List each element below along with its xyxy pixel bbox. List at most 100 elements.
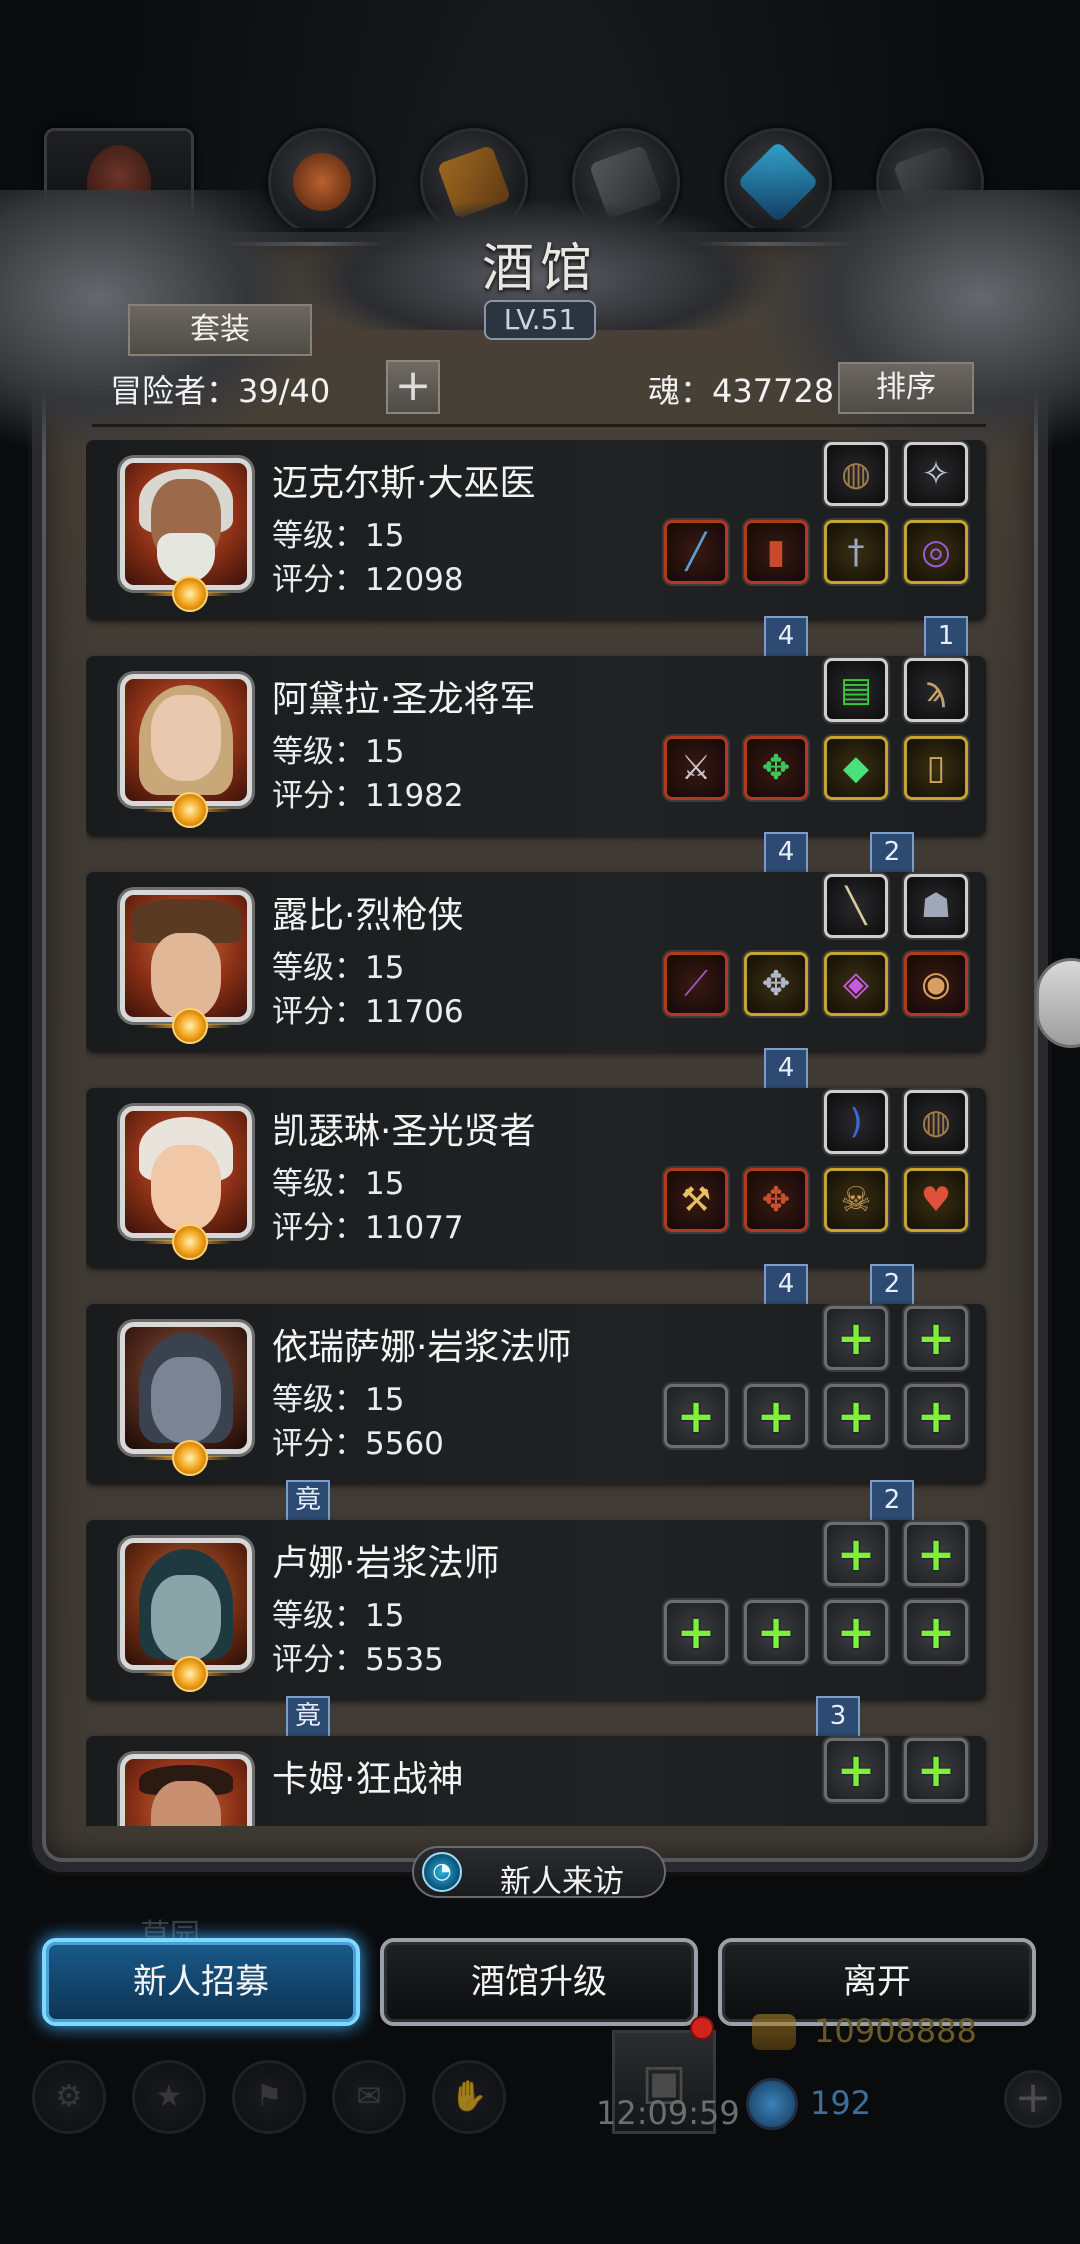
leather-armor-icon: ◍ bbox=[841, 454, 871, 494]
add-currency-icon[interactable]: + bbox=[1004, 2070, 1062, 2128]
hero-score: 评分：5535 bbox=[272, 1642, 444, 1678]
empty-slot[interactable]: + bbox=[824, 1384, 888, 1448]
amulet-icon: ✧ bbox=[921, 454, 951, 494]
hero-card[interactable]: 依瑞萨娜·岩浆法师 等级：15 评分：5560 + + + + + + bbox=[86, 1304, 986, 1484]
hero-score: 评分：5560 bbox=[272, 1426, 444, 1462]
charm-slot[interactable]: ╲ bbox=[824, 874, 888, 938]
armor-slot[interactable]: ▮ bbox=[744, 520, 808, 584]
empty-slot[interactable]: + bbox=[824, 1600, 888, 1664]
ring-slot[interactable]: ▯ bbox=[904, 736, 968, 800]
weapon-slot[interactable]: ╱ bbox=[664, 520, 728, 584]
empty-slot[interactable]: + bbox=[824, 1306, 888, 1370]
ring-icon: ◎ bbox=[921, 532, 951, 572]
armor-slot[interactable]: ✥ bbox=[744, 1168, 808, 1232]
empty-slot[interactable]: + bbox=[904, 1600, 968, 1664]
guild-icon[interactable]: ⚑ bbox=[232, 2060, 306, 2134]
mail-icon[interactable]: ✉ bbox=[332, 2060, 406, 2134]
charm-slot[interactable]: ▤ bbox=[824, 658, 888, 722]
weapon-slot[interactable]: ⚔ bbox=[664, 736, 728, 800]
accessory-slot[interactable]: ◆ bbox=[824, 736, 888, 800]
amulet-slot[interactable]: ϡ bbox=[904, 658, 968, 722]
sword-icon: ⚔ bbox=[680, 748, 712, 788]
empty-slot[interactable]: + bbox=[664, 1600, 728, 1664]
rank-emblem bbox=[142, 574, 232, 614]
notification-dot bbox=[690, 2016, 714, 2040]
page-title: 酒馆 bbox=[481, 239, 598, 299]
hero-card[interactable]: 卡姆·狂战神 + + bbox=[86, 1736, 986, 1826]
amulet-slot[interactable]: ✧ bbox=[904, 442, 968, 506]
gold-icon bbox=[752, 2014, 796, 2050]
robe-icon: ▮ bbox=[766, 532, 786, 572]
ring-slot[interactable]: ♥ bbox=[904, 1168, 968, 1232]
accessory-slot[interactable]: ☠ bbox=[824, 1168, 888, 1232]
star-icon[interactable]: ★ bbox=[132, 2060, 206, 2134]
empty-slot[interactable]: + bbox=[904, 1306, 968, 1370]
armor-slot[interactable]: ✥ bbox=[744, 952, 808, 1016]
ring-slot[interactable]: ◎ bbox=[904, 520, 968, 584]
face-shape bbox=[151, 695, 221, 781]
staff-icon: ╱ bbox=[685, 532, 707, 572]
hero-portrait bbox=[120, 1322, 252, 1454]
armor-slot[interactable]: ◍ bbox=[824, 442, 888, 506]
weapon-slot[interactable]: ⚒ bbox=[664, 1168, 728, 1232]
green-scroll-icon: ▤ bbox=[839, 670, 873, 710]
handshake-icon[interactable]: ✋ bbox=[432, 2060, 506, 2134]
accessory-slot[interactable]: ◈ bbox=[824, 952, 888, 1016]
hero-name: 依瑞萨娜·岩浆法师 bbox=[272, 1327, 572, 1368]
new-visitor-bar[interactable]: ◔ 新人来访 bbox=[412, 1846, 666, 1900]
empty-slot[interactable]: + bbox=[744, 1600, 808, 1664]
suit-button[interactable]: 套装 bbox=[128, 304, 312, 356]
clock-icon: ◔ bbox=[422, 1852, 462, 1892]
side-drawer-handle[interactable] bbox=[1036, 958, 1080, 1048]
hero-card[interactable]: 卢娜·岩浆法师 等级：15 评分：5535 + + + + + + bbox=[86, 1520, 986, 1700]
recruit-button[interactable]: 新人招募 bbox=[42, 1938, 360, 2026]
settings-icon[interactable]: ⚙ bbox=[32, 2060, 106, 2134]
hero-portrait bbox=[120, 1538, 252, 1670]
hero-level: 等级：15 bbox=[272, 950, 405, 986]
empty-slot[interactable]: + bbox=[824, 1738, 888, 1802]
necklace-icon: ♥ bbox=[920, 1180, 952, 1220]
face-shape bbox=[151, 1575, 221, 1661]
timer: 12:09:59 bbox=[596, 2094, 740, 2132]
armor-slot[interactable]: ✥ bbox=[744, 736, 808, 800]
mask-slot[interactable]: ☗ bbox=[904, 874, 968, 938]
add-plus-icon: + bbox=[676, 1605, 716, 1659]
hero-level: 等级：15 bbox=[272, 518, 405, 554]
charm-slot[interactable]: ) bbox=[824, 1090, 888, 1154]
empty-slot[interactable]: + bbox=[904, 1522, 968, 1586]
plate-armor-icon: ✥ bbox=[761, 964, 791, 1004]
new-visitor-label: 新人来访 bbox=[500, 1864, 624, 1900]
hero-card[interactable]: 阿黛拉·圣龙将军 等级：15 评分：11982 ▤ ϡ ⚔ ✥ ◆ ▯ bbox=[86, 656, 986, 836]
empty-slot[interactable]: + bbox=[824, 1522, 888, 1586]
rank-emblem bbox=[142, 1654, 232, 1694]
orb-icon: ◉ bbox=[921, 964, 951, 1004]
add-plus-icon: + bbox=[916, 1389, 956, 1443]
accessory-slot[interactable]: † bbox=[824, 520, 888, 584]
hero-card[interactable]: 露比·烈枪侠 等级：15 评分：11706 ╲ ☗ ⟋ ✥ ◈ ◉ bbox=[86, 872, 986, 1052]
add-plus-icon: + bbox=[916, 1605, 956, 1659]
bow-icon: ) bbox=[849, 1102, 863, 1142]
whip-icon: ϡ bbox=[925, 670, 947, 710]
hero-card[interactable]: 凯瑟琳·圣光贤者 等级：15 评分：11077 ) ◍ ⚒ ✥ ☠ ♥ bbox=[86, 1088, 986, 1268]
hero-list[interactable]: 迈克尔斯·大巫医 等级：15 评分：12098 ◍ ✧ ╱ ▮ † ◎ 4 1 … bbox=[86, 440, 996, 1826]
upgrade-tavern-button[interactable]: 酒馆升级 bbox=[380, 1938, 698, 2026]
leather-armor-icon: ◍ bbox=[921, 1102, 951, 1142]
sort-button[interactable]: 排序 bbox=[838, 362, 974, 414]
rank-emblem bbox=[142, 790, 232, 830]
gem-amount: 192 bbox=[810, 2084, 872, 2122]
weapon-slot[interactable]: ⟋ bbox=[664, 952, 728, 1016]
empty-slot[interactable]: + bbox=[904, 1384, 968, 1448]
armor-slot[interactable]: ◍ bbox=[904, 1090, 968, 1154]
add-plus-icon: + bbox=[836, 1311, 876, 1365]
gem-ring-icon: ◈ bbox=[842, 964, 870, 1004]
add-plus-icon: + bbox=[756, 1389, 796, 1443]
empty-slot[interactable]: + bbox=[744, 1384, 808, 1448]
add-adventurer-button[interactable]: + bbox=[386, 360, 440, 414]
add-plus-icon: + bbox=[836, 1389, 876, 1443]
empty-slot[interactable]: + bbox=[664, 1384, 728, 1448]
hero-card[interactable]: 迈克尔斯·大巫医 等级：15 评分：12098 ◍ ✧ ╱ ▮ † ◎ bbox=[86, 440, 986, 620]
empty-slot[interactable]: + bbox=[904, 1738, 968, 1802]
ring-slot[interactable]: ◉ bbox=[904, 952, 968, 1016]
adventurer-count: 冒险者：39/40 bbox=[110, 372, 331, 410]
face-shape bbox=[151, 1145, 221, 1231]
